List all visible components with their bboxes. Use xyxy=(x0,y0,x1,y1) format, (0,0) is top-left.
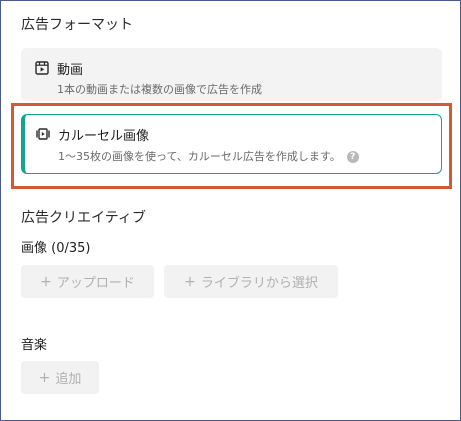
format-option-title: カルーセル画像 xyxy=(58,129,150,144)
library-button-label: ライブラリから選択 xyxy=(200,276,318,291)
description-text: 1～35枚の画像を使って、カルーセル広告を作成します。 xyxy=(58,150,341,163)
ad-creative-heading: 広告クリエイティブ xyxy=(21,210,146,226)
format-option-video[interactable]: 動画 1本の動画または複数の画像で広告を作成 xyxy=(21,48,442,101)
plus-icon: + xyxy=(38,369,51,386)
carousel-icon xyxy=(36,126,50,140)
ad-format-heading: 広告フォーマット xyxy=(21,17,133,33)
format-option-description: 1本の動画または複数の画像で広告を作成 xyxy=(57,83,262,96)
upload-button-label: アップロード xyxy=(56,276,135,291)
add-music-button[interactable]: + 追加 xyxy=(21,361,99,394)
plus-icon: + xyxy=(40,273,52,290)
add-button-label: 追加 xyxy=(55,372,82,387)
music-heading: 音楽 xyxy=(21,338,48,353)
video-icon xyxy=(35,60,49,75)
help-icon[interactable]: ? xyxy=(346,151,359,163)
upload-button[interactable]: + アップロード xyxy=(21,265,154,298)
format-option-description: 1～35枚の画像を使って、カルーセル広告を作成します。? xyxy=(58,148,359,164)
panel-frame: 広告フォーマット 動画 1本の動画または複数の画像で広告を作成 カルーセル画像 xyxy=(0,0,461,421)
images-count-label: 画像 (0/35) xyxy=(21,241,91,256)
format-option-carousel[interactable]: カルーセル画像 1～35枚の画像を使って、カルーセル広告を作成します。? xyxy=(21,114,442,174)
format-option-title: 動画 xyxy=(57,63,84,78)
plus-icon: + xyxy=(184,273,196,290)
select-from-library-button[interactable]: + ライブラリから選択 xyxy=(164,265,338,298)
